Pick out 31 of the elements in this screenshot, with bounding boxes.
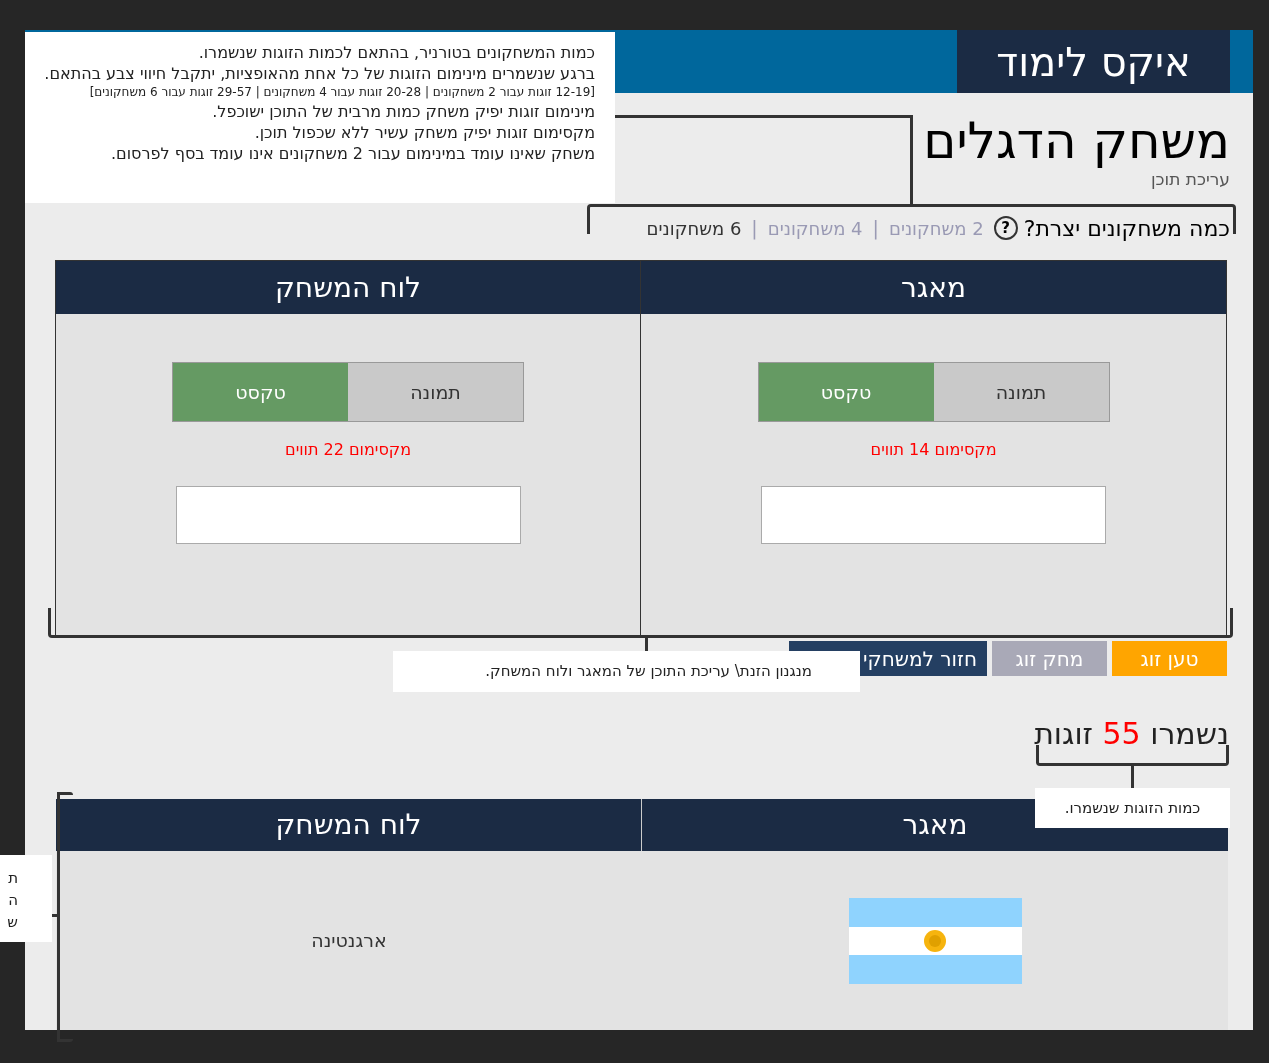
help-icon[interactable]: ? [993, 216, 1018, 240]
flag-icon [848, 897, 1022, 984]
input-field[interactable] [175, 486, 521, 544]
table-cell-text: ארגנטינה [311, 928, 387, 954]
question-label: כמה משחקונים יצרת? [1023, 214, 1230, 243]
note-tooltip: מנגנון הזנת\ עריכת התוכן של המאגר ולוח המשחק. [393, 651, 860, 692]
toggle-option[interactable]: טקסט [173, 363, 348, 421]
page-title: משחק הדגלים [923, 115, 1231, 167]
column-header: מאגר [641, 261, 1226, 314]
leader-line [1131, 765, 1134, 788]
column-header: לוח המשחק [56, 261, 640, 314]
input-field[interactable] [761, 486, 1106, 544]
toggle-option[interactable]: טקסט [758, 363, 934, 421]
mode-option[interactable]: 2 משחקונים [888, 214, 984, 242]
note-tooltip: כמות המשחקונים בטורניר, בהתאם לכמות הזוגות שנשמרו. ברגע שנשמרים מינימום הזוגות של כל אחת מהאופציות, יתקבל חיווי צבע בהתאם. [12-19 זוגות עבור 2 משחקונים | 20-28 זוגות עבור 4 משחקונים | 29-57 זוגות עבור 6 משחקונים] מינימום זוגות יפיק משחק כמות מרבית של התוכן ישוכפל. מקסימום זוגות יפיק משחק עשיר ללא שכפול תוכן. משחק שאינו עומד במינימום עבור 2 משחקונים אינו עומד בסף לפרסום. [25, 32, 615, 203]
mode-option[interactable]: 4 משחקונים [767, 214, 863, 242]
toggle-option[interactable]: תמונה [933, 363, 1109, 421]
column-title: מאגר [902, 807, 968, 843]
character-limit: מקסימום 14 תווים [870, 439, 997, 461]
column-title: לוח המשחק [275, 807, 422, 843]
action-button[interactable]: מחק זוג [992, 641, 1107, 676]
character-limit: מקסימום 22 תווים [285, 439, 411, 461]
separator: | [751, 215, 758, 242]
separator: | [872, 215, 879, 242]
toggle-option[interactable]: תמונה [348, 363, 523, 421]
mode-option[interactable]: 6 משחקונים [646, 214, 742, 242]
note-tooltip: ת ה ש [0, 855, 52, 942]
action-button[interactable]: טען זוג [1112, 641, 1227, 676]
note-tooltip: כמות הזוגות שנשמרו. [1035, 788, 1230, 828]
logo: איקס לימוד [957, 30, 1230, 93]
page-subtitle: עריכת תוכן [1150, 168, 1231, 191]
